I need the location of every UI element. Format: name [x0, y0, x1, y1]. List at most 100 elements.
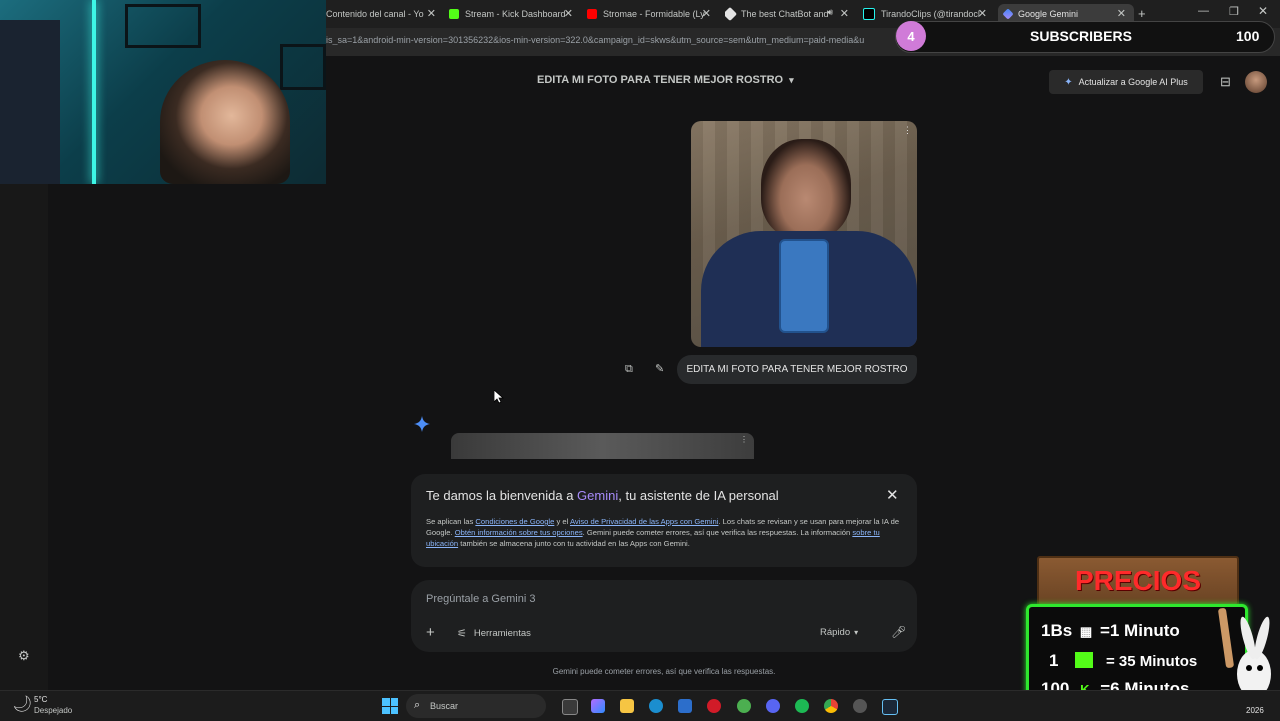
- windows-taskbar: 🌙︎ 5°C Despejado ⌕ Buscar 2026: [0, 690, 1280, 721]
- clock-year: 2026: [1246, 706, 1264, 715]
- tab-stromae[interactable]: Stromae - Formidable (Ly ✕: [587, 4, 711, 24]
- add-plus-icon[interactable]: +: [426, 624, 435, 641]
- precios-sign: PRECIOS: [1037, 556, 1239, 606]
- subscriber-goal: 100: [1236, 28, 1260, 44]
- tools-button[interactable]: ⚟ Herramientas: [457, 627, 531, 640]
- welcome-text: y el: [554, 517, 570, 526]
- close-icon[interactable]: ✕: [1117, 7, 1126, 20]
- tab-label: Contenido del canal - Yo: [326, 9, 424, 19]
- copy-icon[interactable]: ⧉: [625, 363, 633, 376]
- tab-label: Stream - Kick Dashboard: [465, 9, 566, 19]
- price-row: 1Bs ▦ =1 Minuto: [1041, 621, 1180, 641]
- tab-kick-dashboard[interactable]: Stream - Kick Dashboard ✕: [449, 4, 573, 24]
- youtube-icon: [587, 9, 597, 19]
- privacy-link[interactable]: Aviso de Privacidad de las Apps con Gemi…: [570, 517, 718, 526]
- opera-icon[interactable]: [707, 699, 721, 713]
- close-icon[interactable]: ✕: [427, 7, 436, 20]
- qr-icon: ▦: [1079, 624, 1093, 639]
- chrome-icon[interactable]: [824, 699, 838, 713]
- chevron-down-icon: ▾: [854, 628, 859, 637]
- edge-icon[interactable]: [649, 699, 663, 713]
- file-explorer-icon[interactable]: [620, 699, 634, 713]
- task-view-icon[interactable]: [562, 699, 578, 715]
- steam-icon[interactable]: [882, 699, 898, 715]
- temporary-chat-icon[interactable]: ⊟: [1220, 74, 1231, 90]
- price-row: 1 = 35 Minutos: [1049, 651, 1197, 671]
- sparkle-icon: ✦: [1064, 76, 1073, 88]
- options-link[interactable]: Obtén información sobre tus opciones: [455, 528, 583, 537]
- more-options-icon[interactable]: ⋮: [903, 125, 912, 136]
- avatar[interactable]: [1245, 71, 1267, 93]
- minimize-button[interactable]: —: [1198, 5, 1209, 17]
- more-options-icon[interactable]: ⋮: [740, 435, 748, 444]
- generated-image-preview[interactable]: ⋮: [451, 433, 754, 459]
- microphone-icon[interactable]: 🎤︎: [891, 625, 906, 639]
- subscribers-goal-overlay: 4 SUBSCRIBERS 100: [895, 21, 1275, 53]
- windows-start-icon[interactable]: [382, 698, 398, 714]
- mouse-cursor-icon: [494, 390, 504, 404]
- led-strip: [92, 0, 96, 184]
- wall-frame: [125, 4, 201, 48]
- user-prompt-text: EDITA MI FOTO PARA TENER MEJOR ROSTRO: [686, 364, 908, 375]
- price-right: =1 Minuto: [1099, 621, 1180, 640]
- audio-icon[interactable]: 🔊︎: [827, 7, 833, 18]
- copilot-icon[interactable]: [591, 699, 605, 713]
- tab-label: TirandoClips (@tirandocl: [881, 9, 980, 19]
- edit-pencil-icon[interactable]: ✎: [655, 362, 664, 375]
- gemini-sparkle-icon: [414, 416, 430, 432]
- price-left: 1Bs: [1041, 621, 1073, 640]
- taskbar-search[interactable]: ⌕ Buscar: [406, 694, 546, 718]
- mode-label: Rápido: [820, 627, 851, 638]
- price-right: = 35 Minutos: [1105, 653, 1198, 670]
- person-head: [761, 139, 851, 239]
- close-icon[interactable]: ✕: [840, 7, 849, 20]
- welcome-text: también se almacena junto con tu activid…: [458, 539, 690, 548]
- prompt-input[interactable]: Pregúntale a Gemini 3: [426, 593, 535, 605]
- close-icon[interactable]: ✕: [702, 7, 711, 20]
- close-icon[interactable]: ✕: [564, 7, 573, 20]
- weather-temp: 5°C: [34, 695, 48, 704]
- tab-label: Google Gemini: [1018, 9, 1079, 19]
- discord-icon[interactable]: [766, 699, 780, 713]
- price-left: 1: [1049, 651, 1059, 670]
- conversation-title-text: EDITA MI FOTO PARA TENER MEJOR ROSTRO: [537, 74, 784, 86]
- window-close-button[interactable]: ✕: [1258, 4, 1268, 18]
- close-icon[interactable]: ✕: [886, 486, 899, 504]
- new-tab-button[interactable]: +: [1138, 6, 1146, 21]
- welcome-title-prefix: Te damos la bienvenida a: [426, 488, 578, 503]
- app-icon[interactable]: [737, 699, 751, 713]
- disclaimer-text: Gemini puede cometer errores, así que ve…: [552, 667, 776, 676]
- user-prompt-bubble: EDITA MI FOTO PARA TENER MEJOR ROSTRO: [677, 355, 917, 384]
- settings-gear-icon[interactable]: ⚙: [18, 648, 30, 664]
- webcam-overlay: [0, 0, 326, 184]
- welcome-text: Se aplican las: [426, 517, 476, 526]
- streamer: [160, 60, 290, 184]
- tools-label: Herramientas: [473, 628, 531, 639]
- tab-youtube-studio[interactable]: Contenido del canal - Yo ✕: [326, 4, 436, 24]
- upgrade-button[interactable]: ✦ Actualizar a Google AI Plus: [1049, 70, 1203, 94]
- prompt-input-box[interactable]: Pregúntale a Gemini 3 + ⚟ Herramientas R…: [411, 580, 917, 652]
- welcome-text: . Gemini puede cometer errores, así que …: [582, 528, 853, 537]
- user-uploaded-photo[interactable]: ⋮: [691, 121, 917, 347]
- welcome-notice: Te damos la bienvenida a Gemini, tu asis…: [411, 474, 917, 567]
- store-icon[interactable]: [678, 699, 692, 713]
- maximize-button[interactable]: ❐: [1229, 5, 1239, 18]
- chatbot-icon: [725, 6, 738, 22]
- terms-link[interactable]: Condiciones de Google: [475, 517, 554, 526]
- close-icon[interactable]: ✕: [978, 7, 987, 20]
- gemini-sidebar: ⚙: [0, 184, 48, 690]
- subscriber-count: 4: [896, 21, 926, 51]
- subscribers-label: SUBSCRIBERS: [1030, 28, 1132, 44]
- upgrade-label: Actualizar a Google AI Plus: [1078, 77, 1188, 87]
- weather-icon[interactable]: 🌙︎: [12, 694, 32, 714]
- mode-selector[interactable]: Rápido ▾: [820, 627, 858, 638]
- tab-label: Stromae - Formidable (Ly: [603, 9, 705, 19]
- gemini-icon: [1002, 8, 1014, 20]
- conversation-title[interactable]: EDITA MI FOTO PARA TENER MEJOR ROSTRO ▾: [537, 74, 794, 86]
- obs-icon[interactable]: [853, 699, 867, 713]
- tiktok-icon: [863, 8, 875, 20]
- welcome-title-suffix: , tu asistente de IA personal: [618, 488, 779, 503]
- spotify-icon[interactable]: [795, 699, 809, 713]
- welcome-title: Te damos la bienvenida a Gemini, tu asis…: [426, 488, 779, 503]
- tab-chatbot[interactable]: The best ChatBot and 🔊︎ ✕: [725, 4, 849, 24]
